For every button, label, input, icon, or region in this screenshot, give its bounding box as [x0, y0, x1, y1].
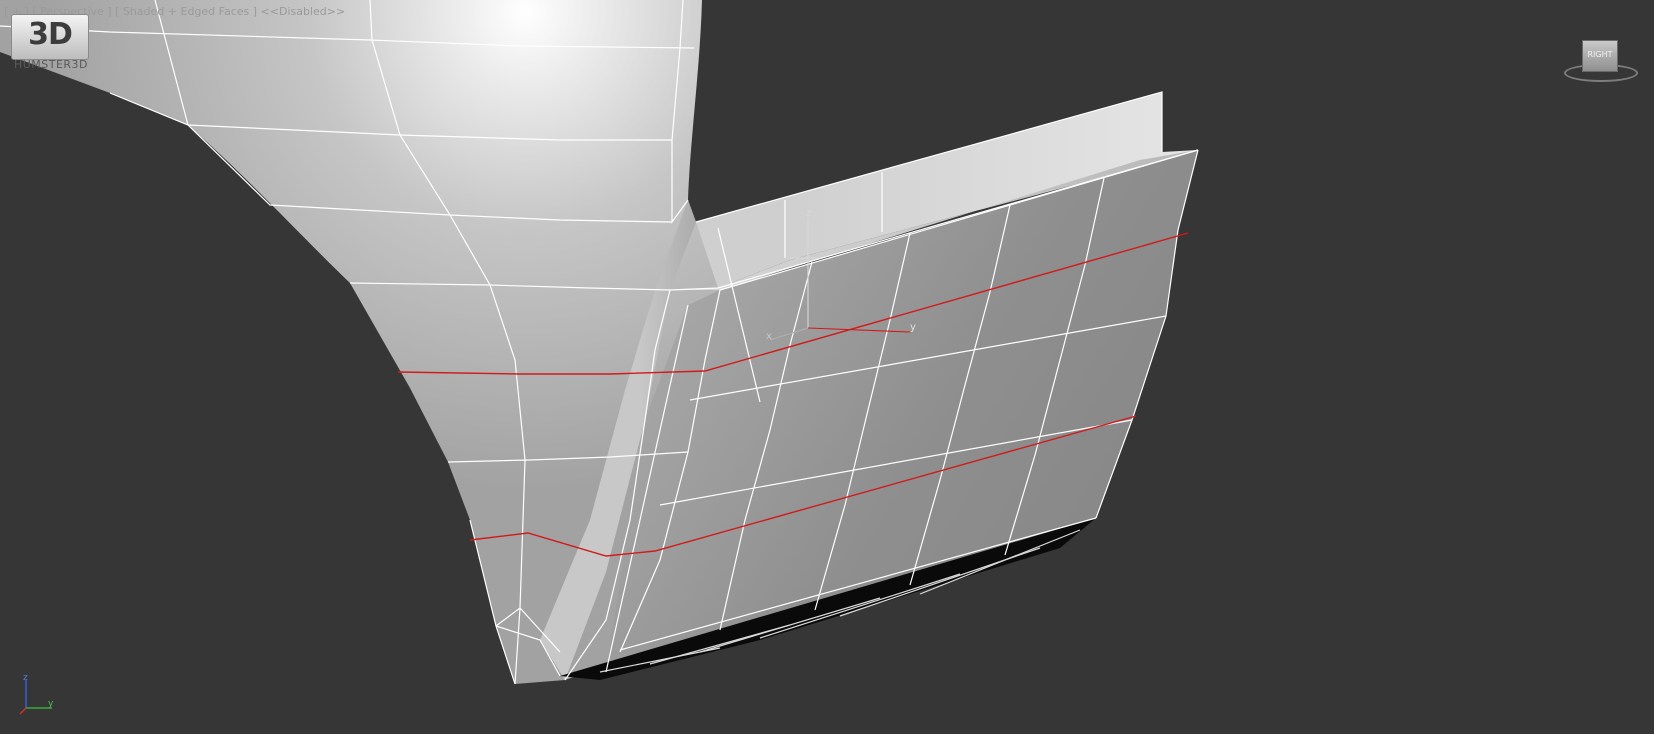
logo-brand: HUMSTER3D [13, 58, 89, 71]
viewcube-face[interactable]: RIGHT [1582, 40, 1618, 72]
world-axis-y-label: y [48, 699, 54, 709]
gizmo-x-label: x [766, 331, 772, 342]
gizmo-z-label: z [806, 208, 811, 219]
viewcube-face-label: RIGHT [1587, 50, 1613, 59]
gizmo-y-label: y [910, 322, 916, 333]
world-axis-z-label: z [23, 673, 28, 683]
viewcube[interactable]: RIGHT [1560, 36, 1640, 84]
logo-text: 3D [28, 17, 73, 52]
3d-viewport[interactable]: z x y z y [ + ] [ Perspective ] [ Shaded… [0, 0, 1654, 734]
logo-badge: 3D [11, 14, 89, 60]
watermark-logo: 3D HUMSTER3D [11, 14, 91, 74]
viewport-canvas[interactable]: z x y z y [0, 0, 1654, 734]
